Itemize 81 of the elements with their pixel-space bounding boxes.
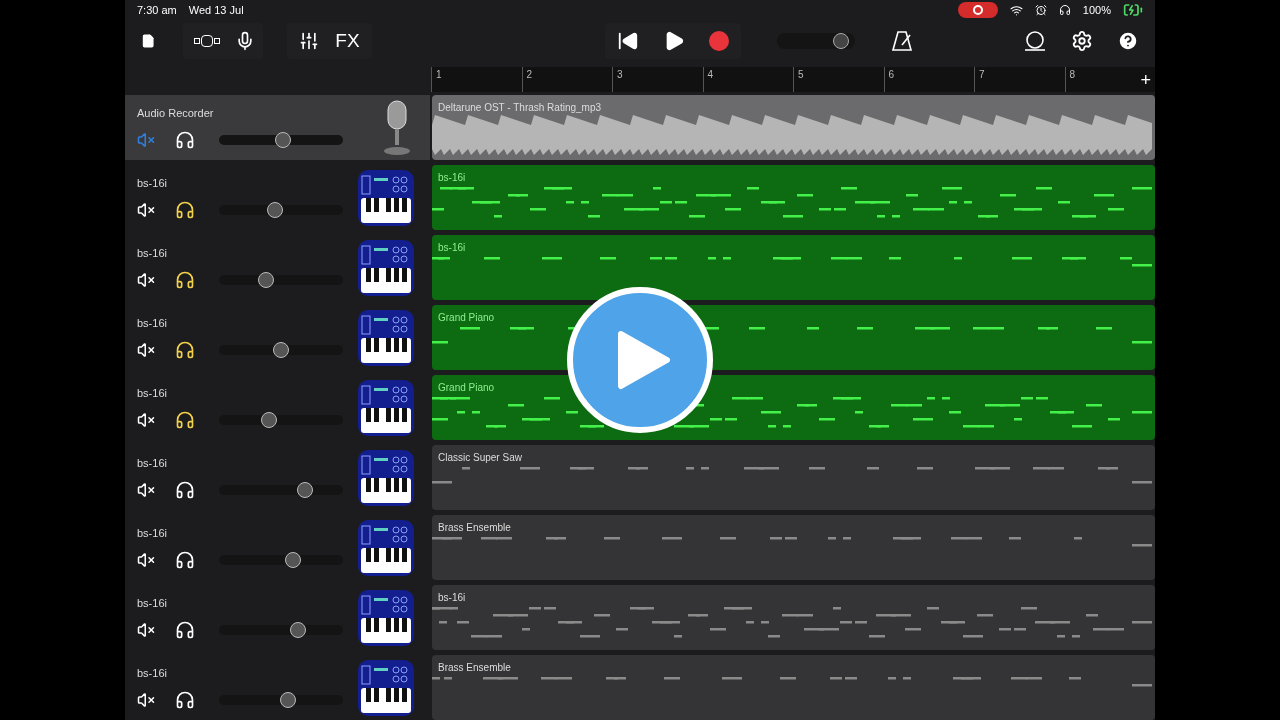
- track-region[interactable]: Brass Ensemble: [432, 655, 1155, 720]
- track-name: bs-16i: [137, 246, 168, 262]
- region-label: Grand Piano: [438, 381, 495, 395]
- solo-button[interactable]: [175, 409, 195, 430]
- record-button[interactable]: [708, 30, 729, 51]
- mute-button[interactable]: [137, 690, 155, 709]
- region-label: Classic Super Saw: [438, 451, 522, 465]
- track-name: bs-16i: [137, 526, 168, 542]
- track-name: bs-16i: [137, 666, 168, 682]
- track-volume-slider[interactable]: [219, 624, 343, 635]
- track-region[interactable]: bs-16i: [432, 235, 1155, 300]
- bar-number: 4: [702, 66, 793, 92]
- track-volume-slider[interactable]: [219, 344, 343, 355]
- battery-percent: 100%: [1082, 2, 1111, 18]
- track-volume-slider[interactable]: [219, 694, 343, 705]
- bar-number: 1: [431, 66, 522, 92]
- track-name: bs-16i: [137, 176, 168, 192]
- region-label: bs-16i: [438, 241, 466, 255]
- bar-number: 6: [883, 66, 974, 92]
- keyboard-synth-icon: [358, 169, 414, 226]
- mute-button[interactable]: [137, 340, 155, 359]
- alarm-icon: [1034, 4, 1047, 17]
- region-label: bs-16i: [438, 591, 466, 605]
- keyboard-synth-icon: [358, 379, 414, 436]
- track-header[interactable]: Audio Recorder: [125, 95, 430, 160]
- solo-button[interactable]: [175, 269, 195, 290]
- keyboard-synth-icon: [358, 309, 414, 366]
- mute-button[interactable]: [137, 270, 155, 289]
- bar-number: 2: [521, 66, 612, 92]
- track-volume-slider[interactable]: [219, 204, 343, 215]
- play-icon: [617, 330, 671, 390]
- solo-button[interactable]: [175, 199, 195, 220]
- solo-button[interactable]: [175, 549, 195, 570]
- keyboard-synth-icon: [358, 449, 414, 506]
- track-name: bs-16i: [137, 316, 168, 332]
- metronome-icon: [891, 29, 913, 52]
- track-region[interactable]: bs-16i: [432, 585, 1155, 650]
- track-name: Audio Recorder: [137, 106, 215, 122]
- track-volume-slider[interactable]: [219, 554, 343, 565]
- region-label: Brass Ensemble: [438, 521, 511, 535]
- track-name: bs-16i: [137, 456, 168, 472]
- help-button[interactable]: [1117, 29, 1139, 52]
- region-label: bs-16i: [438, 171, 466, 185]
- loop-icon: [1023, 29, 1047, 52]
- keyboard-synth-icon: [358, 589, 414, 646]
- region-label: Brass Ensemble: [438, 661, 511, 675]
- solo-button[interactable]: [175, 619, 195, 640]
- keyboard-synth-icon: [358, 239, 414, 296]
- track-region[interactable]: bs-16i: [432, 165, 1155, 230]
- keyboard-synth-icon: [358, 519, 414, 576]
- track-region[interactable]: Classic Super Saw: [432, 445, 1155, 510]
- mute-button[interactable]: [137, 620, 155, 639]
- region-label: Deltarune OST - Thrash Rating_mp3: [438, 101, 602, 115]
- solo-button[interactable]: [175, 479, 195, 500]
- mixer-button[interactable]: [299, 30, 320, 51]
- solo-button[interactable]: [175, 339, 195, 360]
- track-region[interactable]: Deltarune OST - Thrash Rating_mp3: [432, 95, 1155, 160]
- bar-number: 3: [612, 66, 703, 92]
- track-region[interactable]: Brass Ensemble: [432, 515, 1155, 580]
- bar-number: 5: [793, 66, 884, 92]
- solo-button[interactable]: [175, 689, 195, 710]
- headphones-icon: [1058, 4, 1071, 17]
- status-time: 7:30 am: [137, 2, 177, 18]
- mute-button[interactable]: [137, 480, 155, 499]
- wifi-icon: [1009, 3, 1023, 17]
- track-volume-slider[interactable]: [219, 134, 343, 145]
- track-name: bs-16i: [137, 386, 168, 402]
- settings-button[interactable]: [1071, 29, 1093, 52]
- track-volume-slider[interactable]: [219, 274, 343, 285]
- status-date: Wed 13 Jul: [188, 2, 244, 18]
- region-label: Grand Piano: [438, 311, 495, 325]
- mute-button[interactable]: [137, 410, 155, 429]
- mute-button[interactable]: [137, 550, 155, 569]
- keyboard-synth-icon: [358, 659, 414, 716]
- solo-button[interactable]: [175, 129, 195, 150]
- bar-number: 7: [974, 66, 1065, 92]
- track-name: bs-16i: [137, 596, 168, 612]
- track-volume-slider[interactable]: [219, 484, 343, 495]
- mute-button[interactable]: [137, 200, 155, 219]
- track-volume-slider[interactable]: [219, 414, 343, 425]
- master-volume-slider[interactable]: [776, 32, 855, 49]
